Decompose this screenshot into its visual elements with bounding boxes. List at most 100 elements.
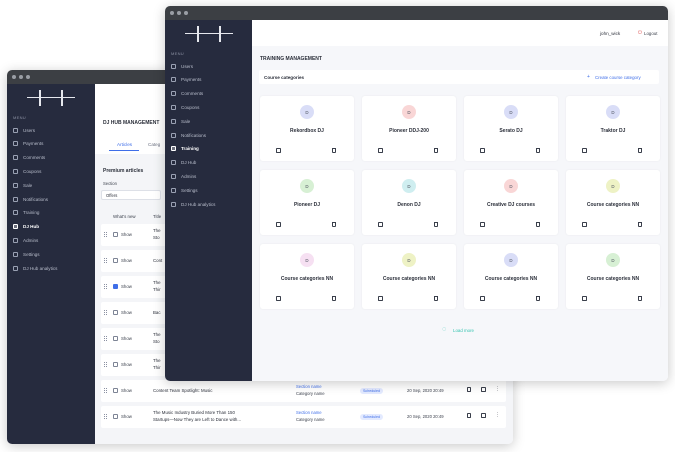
drag-handle-icon[interactable]	[104, 414, 107, 419]
tab-articles[interactable]: Articles	[117, 142, 132, 147]
trash-icon[interactable]	[536, 222, 540, 227]
category-card[interactable]: D Course categories NN	[566, 170, 660, 235]
bell-icon	[13, 196, 18, 202]
sidebar-item-settings[interactable]: Settings	[171, 184, 245, 196]
sidebar-item-notifications[interactable]: Notifications	[171, 129, 245, 141]
edit-icon[interactable]	[480, 222, 485, 227]
trash-icon[interactable]	[638, 222, 642, 227]
sidebar-item-admins[interactable]: Admins	[13, 234, 87, 246]
sidebar-item-users[interactable]: Users	[13, 124, 87, 136]
edit-icon[interactable]	[276, 148, 281, 153]
sidebar-item-sale[interactable]: Sale	[13, 179, 87, 191]
trash-icon[interactable]	[467, 387, 471, 392]
sidebar-item-settings[interactable]: Settings	[13, 248, 87, 260]
window-minimize-dot[interactable]	[19, 75, 23, 79]
trash-icon[interactable]	[467, 413, 471, 418]
window-minimize-dot[interactable]	[177, 11, 181, 15]
category-card[interactable]: D Course categories NN	[260, 244, 354, 309]
trash-icon[interactable]	[536, 296, 540, 301]
sidebar-item-training[interactable]: Training	[171, 143, 245, 155]
drag-handle-icon[interactable]	[104, 284, 107, 289]
sidebar-item-admins[interactable]: Admins	[171, 170, 245, 182]
trash-icon[interactable]	[638, 148, 642, 153]
trash-icon[interactable]	[536, 148, 540, 153]
sidebar-item-coupons[interactable]: Coupons	[171, 101, 245, 113]
trash-icon[interactable]	[434, 148, 438, 153]
edit-icon[interactable]	[480, 296, 485, 301]
edit-icon[interactable]	[378, 222, 383, 227]
show-checkbox[interactable]	[113, 336, 118, 341]
more-icon[interactable]: ⋮	[495, 386, 500, 392]
show-checkbox[interactable]	[113, 414, 118, 419]
category-card[interactable]: D Course categories NN	[566, 244, 660, 309]
edit-icon[interactable]	[276, 296, 281, 301]
sidebar-item-comments[interactable]: Comments	[13, 152, 87, 164]
show-checkbox[interactable]	[113, 388, 118, 393]
trash-icon[interactable]	[434, 296, 438, 301]
username[interactable]: john_wick	[600, 31, 620, 36]
drag-handle-icon[interactable]	[104, 310, 107, 315]
edit-icon[interactable]	[276, 222, 281, 227]
tab-categories[interactable]: Categ	[148, 142, 160, 147]
show-checkbox[interactable]	[113, 310, 118, 315]
trash-icon[interactable]	[434, 222, 438, 227]
row-section[interactable]: Section name	[296, 384, 322, 389]
category-card[interactable]: D Course categories NN	[362, 244, 456, 309]
edit-icon[interactable]	[481, 413, 486, 418]
edit-icon[interactable]	[378, 296, 383, 301]
sidebar-item-dj-hub[interactable]: DJ Hub	[13, 221, 87, 233]
sidebar-item-payments[interactable]: Payments	[13, 138, 87, 150]
category-card[interactable]: D Creative DJ courses	[464, 170, 558, 235]
sidebar-item-dj-hub-analytics[interactable]: DJ Hub analytics	[171, 198, 245, 210]
edit-icon[interactable]	[378, 148, 383, 153]
window-close-dot[interactable]	[170, 11, 174, 15]
table-row[interactable]: Show The Music Industry Buried More Than …	[101, 406, 506, 428]
category-card[interactable]: D Serato DJ	[464, 96, 558, 161]
create-category-button[interactable]: Create course category	[595, 75, 641, 80]
category-card[interactable]: D Pioneer DDJ-200	[362, 96, 456, 161]
drag-handle-icon[interactable]	[104, 362, 107, 367]
category-card[interactable]: D Rekordbox DJ	[260, 96, 354, 161]
sidebar-item-training[interactable]: Training	[13, 207, 87, 219]
trash-icon[interactable]	[332, 296, 336, 301]
sidebar-item-users[interactable]: Users	[171, 60, 245, 72]
logout-icon[interactable]: ⏻	[638, 30, 642, 36]
edit-icon[interactable]	[582, 222, 587, 227]
sidebar-item-payments[interactable]: Payments	[171, 74, 245, 86]
row-section[interactable]: Section name	[296, 410, 322, 415]
show-checkbox[interactable]	[113, 258, 118, 263]
drag-handle-icon[interactable]	[104, 336, 107, 341]
category-card[interactable]: D Traktor DJ	[566, 96, 660, 161]
trash-icon[interactable]	[332, 148, 336, 153]
drag-handle-icon[interactable]	[104, 388, 107, 393]
more-icon[interactable]: ⋮	[495, 412, 500, 418]
category-card[interactable]: D Pioneer DJ	[260, 170, 354, 235]
trash-icon[interactable]	[332, 222, 336, 227]
sidebar-item-sale[interactable]: Sale	[171, 115, 245, 127]
load-more-button[interactable]: Load more	[453, 328, 474, 333]
window-close-dot[interactable]	[12, 75, 16, 79]
sidebar-item-notifications[interactable]: Notifications	[13, 193, 87, 205]
table-row[interactable]: Show Content Team Spotlight: Music Section…	[101, 380, 506, 402]
category-card[interactable]: D Denon DJ	[362, 170, 456, 235]
drag-handle-icon[interactable]	[104, 258, 107, 263]
category-card[interactable]: D Course categories NN	[464, 244, 558, 309]
edit-icon[interactable]	[480, 148, 485, 153]
trash-icon[interactable]	[638, 296, 642, 301]
logout-link[interactable]: Logout	[644, 31, 657, 36]
show-checkbox[interactable]	[113, 232, 118, 237]
sidebar-item-comments[interactable]: Comments	[171, 88, 245, 100]
window-maximize-dot[interactable]	[26, 75, 30, 79]
edit-icon[interactable]	[481, 387, 486, 392]
sidebar-item-dj-hub-analytics[interactable]: DJ Hub analytics	[13, 262, 87, 274]
drag-handle-icon[interactable]	[104, 232, 107, 237]
window-maximize-dot[interactable]	[184, 11, 188, 15]
show-checkbox[interactable]	[113, 284, 118, 289]
show-checkbox[interactable]	[113, 362, 118, 367]
sidebar-item-dj-hub[interactable]: DJ Hub	[171, 157, 245, 169]
sidebar-item-coupons[interactable]: Coupons	[13, 165, 87, 177]
plus-icon[interactable]: +	[587, 74, 590, 80]
edit-icon[interactable]	[582, 296, 587, 301]
section-select[interactable]: Offers	[101, 190, 161, 200]
edit-icon[interactable]	[582, 148, 587, 153]
